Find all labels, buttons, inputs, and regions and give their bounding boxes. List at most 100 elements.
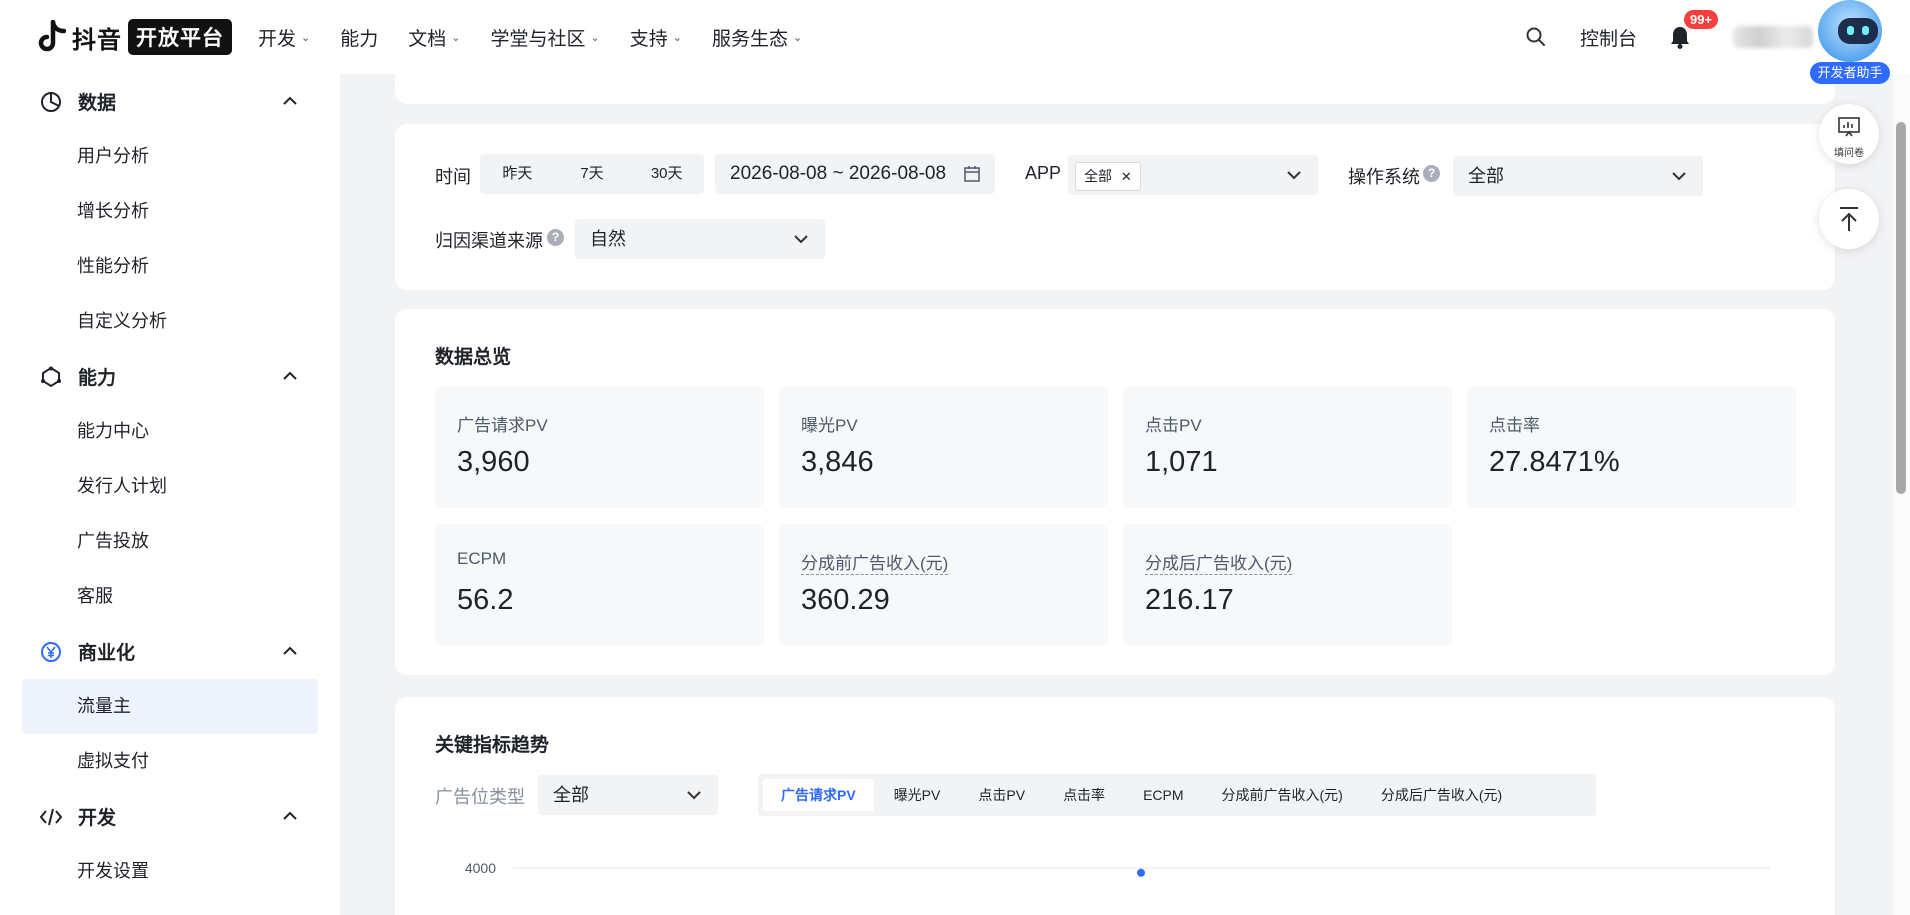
metric-label[interactable]: 分成前广告收入(元) — [801, 549, 949, 575]
tab-ad-request-pv[interactable]: 广告请求PV — [763, 779, 874, 811]
douyin-logo[interactable]: 抖音 开放平台 — [38, 19, 232, 55]
tab-revenue-before-split[interactable]: 分成前广告收入(元) — [1204, 779, 1361, 811]
time-option-30d[interactable]: 30天 — [629, 154, 704, 194]
time-segmented-control: 昨天 7天 30天 — [480, 154, 704, 194]
survey-label: 填问卷 — [1834, 148, 1864, 159]
nav-item-docs[interactable]: 文档 ⌄ — [408, 24, 460, 51]
metric-value: 1,071 — [1145, 446, 1218, 478]
date-range-value: 2026-08-08 ~ 2026-08-08 — [730, 163, 947, 184]
metric-label[interactable]: 分成后广告收入(元) — [1145, 549, 1293, 575]
chevron-up-icon[interactable] — [282, 644, 298, 658]
channel-label: 归因渠道来源 — [435, 231, 543, 251]
assistant-label: 开发者助手 — [1810, 62, 1890, 84]
developer-assistant[interactable]: 开发者助手 — [1810, 0, 1890, 86]
sidebar-section-label: 数据 — [78, 93, 117, 114]
tab-ctr[interactable]: 点击率 — [1045, 779, 1123, 811]
scrollbar-thumb[interactable] — [1896, 122, 1906, 494]
back-to-top-button[interactable] — [1819, 189, 1879, 249]
date-range-picker[interactable]: 2026-08-08 ~ 2026-08-08 — [715, 154, 995, 194]
chevron-down-icon — [794, 235, 808, 244]
chevron-up-icon[interactable] — [282, 809, 298, 823]
nav-item-support[interactable]: 支持 ⌄ — [630, 24, 682, 51]
nav-item-academy[interactable]: 学堂与社区 ⌄ — [490, 24, 599, 51]
chevron-down-icon — [1287, 171, 1301, 180]
logo-badge: 开放平台 — [128, 19, 232, 55]
sidebar-item-custom-analysis[interactable]: 自定义分析 — [0, 294, 340, 349]
metric-label: ECPM — [457, 549, 507, 568]
chevron-down-icon: ⌄ — [672, 31, 682, 44]
sidebar-item-virtual-payment[interactable]: 虚拟支付 — [0, 734, 340, 789]
sidebar-section-commercial[interactable]: 商业化 — [0, 624, 340, 679]
app-select[interactable]: 全部 ✕ — [1068, 155, 1318, 195]
tab-impression-pv[interactable]: 曝光PV — [876, 779, 959, 811]
search-icon[interactable] — [1525, 26, 1547, 48]
nav-label: 文档 — [408, 28, 447, 50]
arrow-up-icon — [1840, 207, 1858, 231]
nav-label: 支持 — [629, 28, 668, 50]
ad-type-select[interactable]: 全部 — [538, 775, 718, 815]
metric-label: 广告请求PV — [457, 416, 548, 435]
channel-select[interactable]: 自然 — [575, 219, 825, 259]
chevron-up-icon[interactable] — [282, 369, 298, 383]
sidebar-section-label: 能力 — [78, 368, 117, 389]
ad-type-value: 全部 — [553, 785, 589, 805]
sidebar-item-traffic-owner[interactable]: 流量主 — [22, 679, 318, 734]
chevron-down-icon — [687, 791, 701, 800]
tab-ecpm[interactable]: ECPM — [1125, 779, 1201, 811]
os-select[interactable]: 全部 — [1453, 156, 1703, 196]
nav-item-capability[interactable]: 能力 — [340, 24, 378, 51]
nav-item-develop[interactable]: 开发 ⌄ — [258, 24, 310, 51]
chevron-up-icon[interactable] — [282, 94, 298, 108]
robot-eye — [1862, 26, 1869, 35]
robot-eye — [1847, 26, 1854, 35]
metric-label: 点击PV — [1145, 416, 1202, 435]
console-link[interactable]: 控制台 — [1580, 24, 1637, 51]
help-icon[interactable]: ? — [1423, 165, 1440, 182]
metric-tabs: 广告请求PV 曝光PV 点击PV 点击率 ECPM 分成前广告收入(元) 分成后… — [758, 774, 1596, 816]
chevron-down-icon: ⌄ — [451, 31, 461, 44]
tab-click-pv[interactable]: 点击PV — [960, 779, 1043, 811]
metric-value: 216.17 — [1145, 584, 1234, 616]
metric-card-ad-request-pv: 广告请求PV 3,960 — [435, 386, 764, 508]
time-option-yesterday[interactable]: 昨天 — [480, 154, 555, 194]
tab-revenue-after-split[interactable]: 分成后广告收入(元) — [1363, 779, 1520, 811]
app-label: APP — [1025, 163, 1062, 183]
metric-card-click-pv: 点击PV 1,071 — [1123, 386, 1452, 508]
sidebar-item-customer-service[interactable]: 客服 — [0, 569, 340, 624]
survey-button[interactable]: 填问卷 — [1819, 104, 1879, 164]
sidebar-section-develop[interactable]: 开发 — [0, 789, 340, 844]
user-avatar-blurred[interactable] — [1733, 26, 1813, 48]
chevron-down-icon: ⌄ — [590, 31, 600, 44]
calendar-icon — [964, 166, 980, 182]
sidebar-section-label: 开发 — [78, 808, 117, 829]
robot-face — [1838, 18, 1878, 44]
sidebar-item-user-analysis[interactable]: 用户分析 — [0, 129, 340, 184]
close-icon[interactable]: ✕ — [1121, 169, 1132, 184]
metric-value: 56.2 — [457, 584, 514, 616]
time-option-7d[interactable]: 7天 — [555, 154, 630, 194]
help-icon[interactable]: ? — [547, 229, 564, 246]
sidebar: 数据 用户分析 增长分析 性能分析 自定义分析 能力 能力中心 发行人计划 广告… — [0, 74, 340, 915]
metric-value: 360.29 — [801, 584, 890, 616]
nav-item-ecosystem[interactable]: 服务生态 ⌄ — [712, 24, 802, 51]
sidebar-item-growth-analysis[interactable]: 增长分析 — [0, 184, 340, 239]
sidebar-section-data[interactable]: 数据 — [0, 74, 340, 129]
metric-value: 3,846 — [801, 446, 874, 478]
metric-label: 曝光PV — [801, 416, 858, 435]
yen-icon — [41, 641, 61, 662]
sidebar-section-capability[interactable]: 能力 — [0, 349, 340, 404]
chevron-down-icon: ⌄ — [301, 31, 311, 44]
sidebar-item-dev-settings[interactable]: 开发设置 — [0, 844, 340, 899]
main-nav: 开发 ⌄ 能力 文档 ⌄ 学堂与社区 ⌄ 支持 ⌄ 服务生态 ⌄ — [258, 24, 832, 51]
logo-text: 抖音 — [72, 26, 122, 54]
sidebar-item-capability-center[interactable]: 能力中心 — [0, 404, 340, 459]
survey-icon — [1838, 117, 1860, 137]
metric-card-impression-pv: 曝光PV 3,846 — [779, 386, 1108, 508]
sidebar-item-ad-delivery[interactable]: 广告投放 — [0, 514, 340, 569]
data-point[interactable] — [1137, 868, 1145, 877]
sidebar-item-performance-analysis[interactable]: 性能分析 — [0, 239, 340, 294]
metric-value: 3,960 — [457, 446, 530, 478]
nav-label: 学堂与社区 — [490, 28, 586, 50]
sidebar-item-publisher-plan[interactable]: 发行人计划 — [0, 459, 340, 514]
metric-label: 点击率 — [1489, 416, 1540, 435]
